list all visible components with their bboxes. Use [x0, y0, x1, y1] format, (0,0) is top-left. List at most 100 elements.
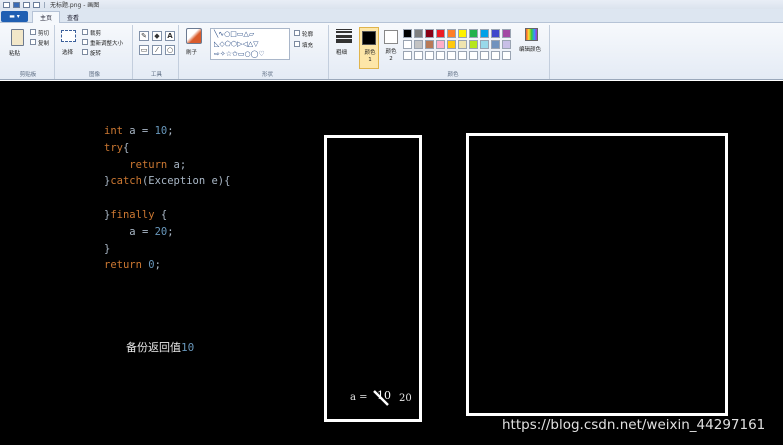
palette-swatch[interactable] — [436, 51, 445, 60]
palette-swatch[interactable] — [403, 29, 412, 38]
line-shape-icon[interactable]: ╲∿○□▭△▱ — [214, 31, 254, 38]
size-group: 粗细 — [331, 25, 357, 79]
copy-button[interactable]: 复制 — [38, 39, 49, 47]
stack-var-new-value: 20 — [399, 393, 412, 404]
window-title: 无标题.png - 画图 — [50, 2, 100, 9]
palette-swatch[interactable] — [480, 40, 489, 49]
code-line-4: }catch(Exception e){ — [104, 175, 231, 188]
polygon-shape-icon[interactable]: ◺◇⬠⬡▷◁△▽ — [214, 41, 259, 48]
rotate-button[interactable]: 旋转 — [90, 49, 101, 57]
eraser-icon[interactable]: ▭ — [139, 45, 149, 55]
palette-swatch[interactable] — [480, 51, 489, 60]
edit-colors-icon[interactable] — [525, 28, 538, 41]
palette-swatch[interactable] — [491, 40, 500, 49]
menu-icon: ▬ ▾ — [9, 13, 20, 20]
palette-swatch[interactable] — [458, 40, 467, 49]
palette-swatch[interactable] — [480, 29, 489, 38]
palette-swatch[interactable] — [469, 29, 478, 38]
palette-swatch[interactable] — [469, 40, 478, 49]
copy-icon[interactable] — [30, 39, 36, 45]
ribbon-tab-row: ▬ ▾ 主页 查看 — [0, 9, 783, 23]
magnifier-icon[interactable]: ○ — [165, 45, 175, 55]
palette-swatch[interactable] — [447, 29, 456, 38]
shapes-group-label: 形状 — [261, 72, 273, 78]
palette-swatch[interactable] — [403, 51, 412, 60]
cut-button[interactable]: 剪切 — [38, 29, 49, 37]
paste-button[interactable]: 粘贴 — [9, 49, 20, 57]
cut-icon[interactable] — [30, 29, 36, 35]
palette-swatch[interactable] — [436, 40, 445, 49]
palette-swatch[interactable] — [414, 51, 423, 60]
color1-swatch — [362, 31, 376, 45]
redo-icon[interactable] — [33, 1, 40, 8]
csdn-watermark: https://blog.csdn.net/weixin_44297161 — [502, 417, 766, 433]
palette-swatch[interactable] — [436, 29, 445, 38]
select-icon[interactable] — [61, 30, 76, 42]
undo-icon[interactable] — [23, 1, 30, 8]
palette-swatch[interactable] — [414, 29, 423, 38]
size-button[interactable]: 粗细 — [336, 48, 347, 56]
memory-box — [466, 133, 728, 416]
code-line-6: }finally { — [104, 208, 168, 221]
outline-icon[interactable] — [294, 30, 300, 36]
palette-swatch[interactable] — [447, 51, 456, 60]
tools-group-label: 工具 — [150, 72, 162, 78]
title-bar: 无标题.png - 画图 — [0, 0, 783, 9]
palette-swatch[interactable] — [491, 29, 500, 38]
tools-group: ✎ ◆ A ▭ ⁄ ○ 工具 — [135, 25, 179, 79]
colors-group: 颜色 1 颜色 2 编辑颜色 颜色 — [357, 25, 550, 79]
palette-swatch[interactable] — [425, 51, 434, 60]
toolbar-divider — [44, 1, 45, 8]
colors-group-label: 颜色 — [447, 72, 459, 78]
color-picker-icon[interactable]: ⁄ — [152, 45, 162, 55]
select-button[interactable]: 选择 — [62, 48, 73, 56]
stack-frame-box — [324, 135, 422, 422]
line-size-icon[interactable] — [336, 29, 352, 43]
stack-var-label: a = — [350, 392, 368, 403]
fill-icon[interactable]: ◆ — [152, 31, 162, 41]
code-line-9: return 0; — [104, 259, 161, 272]
palette-swatch[interactable] — [425, 40, 434, 49]
brushes-button[interactable]: 刷子 — [186, 48, 197, 56]
palette-swatch[interactable] — [458, 51, 467, 60]
tab-view[interactable]: 查看 — [60, 11, 86, 23]
code-line-1: int a = 10; — [104, 125, 174, 137]
code-line-8: } — [104, 242, 111, 255]
color2-swatch — [384, 30, 398, 44]
resize-button[interactable]: 重新调整大小 — [90, 39, 123, 47]
color2-button[interactable]: 颜色 2 — [381, 27, 401, 69]
rotate-icon[interactable] — [82, 49, 88, 55]
code-snippet: int a = 10; try{ return a; }catch(Except… — [104, 123, 230, 274]
palette-swatch[interactable] — [425, 29, 434, 38]
clipboard-group: 粘贴 剪切 复制 剪贴板 — [2, 25, 55, 79]
resize-icon[interactable] — [82, 39, 88, 45]
palette-swatch[interactable] — [502, 29, 511, 38]
palette-swatch[interactable] — [414, 40, 423, 49]
palette-swatch[interactable] — [447, 40, 456, 49]
pencil-icon[interactable]: ✎ — [139, 31, 149, 41]
outline-button[interactable]: 轮廓 — [302, 30, 313, 38]
fill-style-icon[interactable] — [294, 41, 300, 47]
save-icon[interactable] — [13, 1, 20, 8]
palette-swatch[interactable] — [403, 40, 412, 49]
crop-button[interactable]: 裁剪 — [90, 29, 101, 37]
palette-swatch[interactable] — [502, 51, 511, 60]
crop-icon[interactable] — [82, 29, 88, 35]
text-icon[interactable]: A — [165, 31, 175, 41]
tab-home[interactable]: 主页 — [32, 11, 61, 23]
image-group: 选择 裁剪 重新调整大小 旋转 图像 — [57, 25, 133, 79]
brush-icon[interactable] — [186, 28, 202, 44]
palette-swatch[interactable] — [502, 40, 511, 49]
fill-button[interactable]: 填充 — [302, 41, 313, 49]
shapes-gallery[interactable]: ╲∿○□▭△▱ ◺◇⬠⬡▷◁△▽ ⇨✧☆✩▭○◯♡ — [210, 28, 290, 60]
paste-icon[interactable] — [11, 29, 24, 46]
palette-swatch[interactable] — [469, 51, 478, 60]
arrow-shape-icon[interactable]: ⇨✧☆✩▭○◯♡ — [214, 51, 265, 58]
palette-swatch[interactable] — [458, 29, 467, 38]
code-line-7: a = 20; — [129, 225, 174, 238]
palette-swatch[interactable] — [491, 51, 500, 60]
app-menu-button[interactable]: ▬ ▾ — [1, 11, 28, 22]
paint-app-icon[interactable] — [3, 1, 10, 8]
edit-colors-button[interactable]: 编辑颜色 — [519, 45, 541, 53]
color1-button[interactable]: 颜色 1 — [359, 27, 379, 69]
